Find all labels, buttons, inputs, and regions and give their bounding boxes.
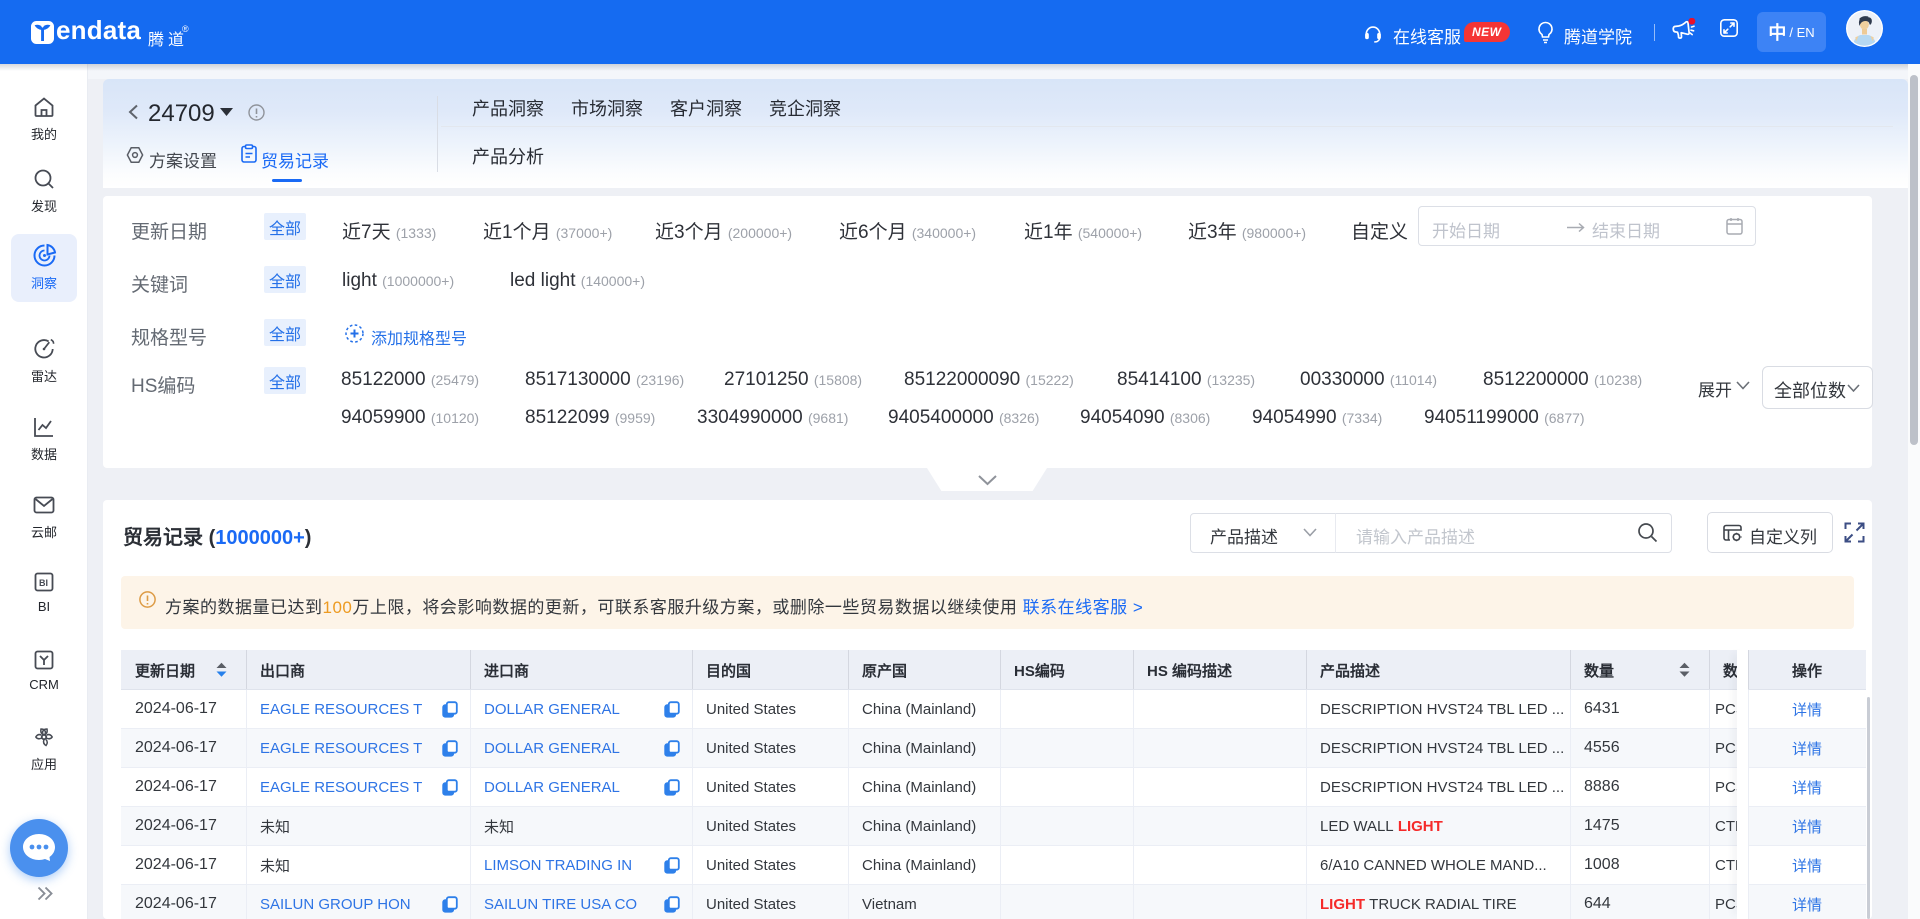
svg-text:BI: BI [39,578,48,588]
